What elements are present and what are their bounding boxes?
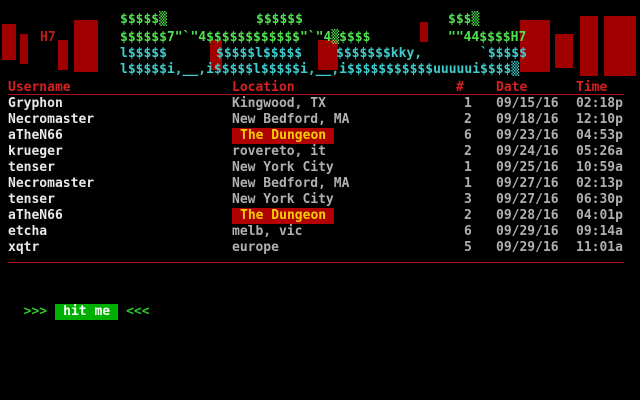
- time-cell: 06:30p: [576, 192, 623, 207]
- location-cell: New York City: [232, 192, 334, 207]
- location-cell: europe: [232, 240, 279, 255]
- footer-divider: [8, 262, 624, 263]
- banner-text: $$$$$▒: [120, 12, 167, 27]
- calls-cell: 6: [464, 224, 472, 239]
- calls-cell: 6: [464, 128, 472, 143]
- date-cell: 09/25/16: [496, 160, 559, 175]
- username-cell: tenser: [8, 160, 55, 175]
- table-row: Gryphon Kingwood, TX 1 09/15/16 02:18p: [8, 96, 624, 112]
- username-cell: aTheN66: [8, 208, 63, 223]
- banner-text: H7: [40, 30, 56, 45]
- date-cell: 09/28/16: [496, 208, 559, 223]
- calls-cell: 2: [464, 112, 472, 127]
- time-cell: 11:01a: [576, 240, 623, 255]
- banner-line-1: $$$$$▒ $$$$$$ $$$▒: [0, 12, 640, 28]
- username-cell: etcha: [8, 224, 48, 239]
- prompt-right-arrows: <<<: [126, 304, 150, 319]
- table-row: etcha melb, vic 6 09/29/16 09:14a: [8, 224, 624, 240]
- calls-cell: 1: [464, 176, 472, 191]
- pause-prompt: >>> hit me <<<: [8, 288, 150, 320]
- username-cell: Gryphon: [8, 96, 63, 111]
- banner-text: $$$$$$$kky,: [336, 46, 423, 61]
- table-row: tenser New York City 3 09/27/16 06:30p: [8, 192, 624, 208]
- time-cell: 02:13p: [576, 176, 623, 191]
- time-cell: 04:53p: [576, 128, 623, 143]
- banner-text: l$$$$$i,__,i$$$$$l$$$$$i,__,i$$$$$$$$$$$…: [120, 62, 520, 77]
- calls-cell: 2: [464, 144, 472, 159]
- calls-cell: 1: [464, 160, 472, 175]
- time-cell: 09:14a: [576, 224, 623, 239]
- username-cell: xqtr: [8, 240, 40, 255]
- banner-line-3: l$$$$$ $$$$$l$$$$$ $$$$$$$kky, `$$$$$: [0, 46, 640, 62]
- date-cell: 09/27/16: [496, 192, 559, 207]
- location-cell: rovereto, it: [232, 144, 326, 159]
- calls-cell: 1: [464, 96, 472, 111]
- location-cell: The Dungeon: [232, 208, 335, 224]
- calls-cell: 2: [464, 208, 472, 223]
- time-cell: 05:26a: [576, 144, 623, 159]
- location-cell: Kingwood, TX: [232, 96, 326, 111]
- banner-text: $$$$$l$$$$$: [216, 46, 303, 61]
- location-cell: New Bedford, MA: [232, 176, 350, 191]
- location-cell: The Dungeon: [232, 128, 335, 144]
- hit-me-button[interactable]: hit me: [55, 304, 119, 320]
- banner-text: $$$$$$7"`"4$$$$$$$$$$$$"`"4▒$$$$: [120, 30, 371, 45]
- date-cell: 09/23/16: [496, 128, 559, 143]
- banner-text: $$$▒: [448, 12, 480, 27]
- time-cell: 10:59a: [576, 160, 623, 175]
- ansi-banner: $$$$$▒ $$$$$$ $$$▒ H7 $$$$$$7"`"4$$$$$$$…: [0, 12, 640, 82]
- banner-text: ""44$$$$H7: [448, 30, 527, 45]
- banner-line-2: H7 $$$$$$7"`"4$$$$$$$$$$$$"`"4▒$$$$ ""44…: [0, 30, 640, 46]
- prompt-left-arrows: >>>: [23, 304, 48, 319]
- time-cell: 12:10p: [576, 112, 623, 127]
- location-cell: melb, vic: [232, 224, 303, 239]
- time-cell: 02:18p: [576, 96, 623, 111]
- table-row: aTheN66 The Dungeon 2 09/28/16 04:01p: [8, 208, 624, 224]
- date-cell: 09/29/16: [496, 224, 559, 239]
- username-cell: tenser: [8, 192, 55, 207]
- banner-text: l$$$$$: [120, 46, 167, 61]
- date-cell: 09/15/16: [496, 96, 559, 111]
- date-cell: 09/27/16: [496, 176, 559, 191]
- time-cell: 04:01p: [576, 208, 623, 223]
- table-row: Necromaster New Bedford, MA 2 09/18/16 12:10…: [8, 112, 624, 128]
- location-cell: New Bedford, MA: [232, 112, 350, 127]
- date-cell: 09/18/16: [496, 112, 559, 127]
- calls-cell: 5: [464, 240, 472, 255]
- calls-cell: 3: [464, 192, 472, 207]
- header-divider: [8, 94, 624, 95]
- banner-text: $$$$$$: [256, 12, 303, 27]
- table-row: tenser New York City 1 09/25/16 10:59a: [8, 160, 624, 176]
- table-row: Necromaster New Bedford, MA 1 09/27/16 02:13…: [8, 176, 624, 192]
- last-callers-list: Gryphon Kingwood, TX 1 09/15/16 02:18p Necrom…: [8, 96, 624, 256]
- table-row: krueger rovereto, it 2 09/24/16 05:26a: [8, 144, 624, 160]
- banner-text: `$$$$$: [480, 46, 527, 61]
- date-cell: 09/24/16: [496, 144, 559, 159]
- username-cell: aTheN66: [8, 128, 63, 143]
- location-cell: New York City: [232, 160, 334, 175]
- date-cell: 09/29/16: [496, 240, 559, 255]
- username-cell: Necromaster: [8, 112, 95, 127]
- username-cell: Necromaster: [8, 176, 95, 191]
- banner-line-4: l$$$$$i,__,i$$$$$l$$$$$i,__,i$$$$$$$$$$$…: [0, 62, 640, 78]
- table-row: xqtr europe 5 09/29/16 11:01a: [8, 240, 624, 256]
- table-row: aTheN66 The Dungeon 6 09/23/16 04:53p: [8, 128, 624, 144]
- username-cell: krueger: [8, 144, 63, 159]
